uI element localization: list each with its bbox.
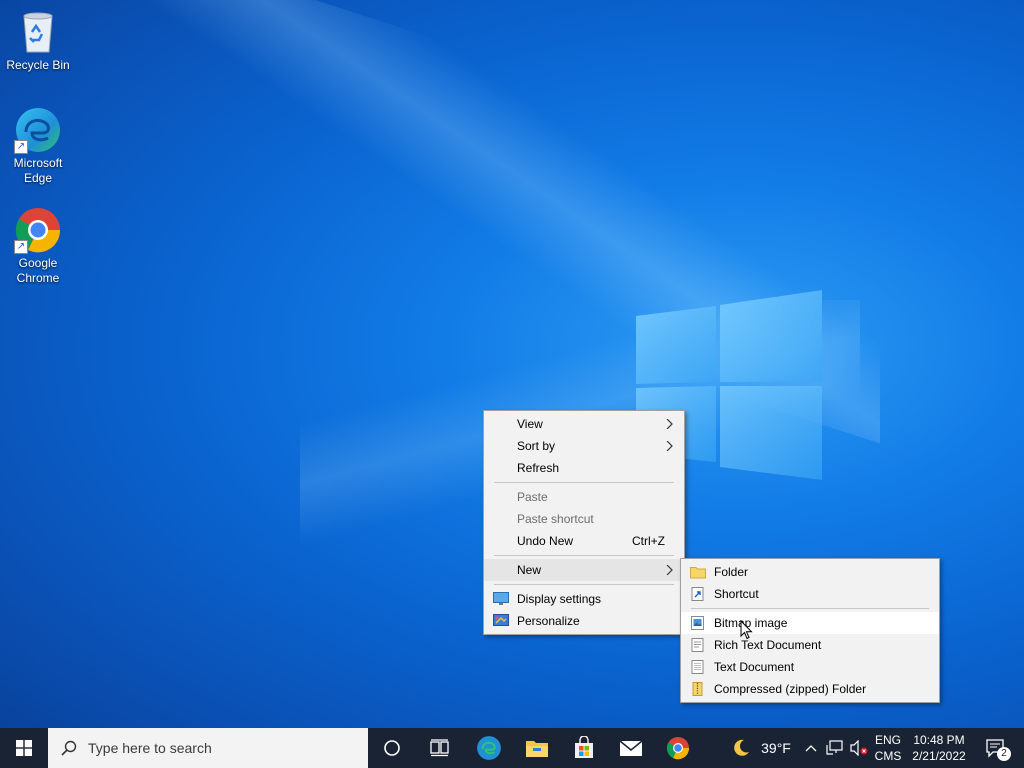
taskbar-mail[interactable] — [608, 728, 654, 768]
menu-item-refresh[interactable]: Refresh — [484, 457, 684, 479]
rich-text-document-icon — [691, 638, 704, 652]
menu-item-label: Text Document — [714, 660, 795, 674]
taskbar-weather[interactable]: 39°F — [726, 728, 796, 768]
submenu-item-text-document[interactable]: Text Document — [681, 656, 939, 678]
search-placeholder: Type here to search — [88, 740, 212, 756]
chevron-right-icon — [666, 565, 673, 575]
cortana-button[interactable] — [370, 728, 414, 768]
weather-temperature: 39°F — [761, 740, 791, 756]
submenu-item-rich-text-document[interactable]: Rich Text Document — [681, 634, 939, 656]
menu-item-sort-by[interactable]: Sort by — [484, 435, 684, 457]
desktop-icon-label: Recycle Bin — [6, 58, 70, 72]
volume-button[interactable] — [848, 728, 870, 768]
taskbar-file-explorer[interactable] — [514, 728, 560, 768]
text-document-icon — [691, 660, 704, 674]
taskbar-search-box[interactable]: Type here to search — [48, 728, 368, 768]
taskbar-chrome[interactable] — [655, 728, 701, 768]
menu-separator — [691, 608, 929, 609]
recycle-bin-icon — [23, 12, 53, 53]
show-hidden-icons-button[interactable] — [800, 728, 822, 768]
menu-item-label: View — [517, 417, 543, 431]
display-settings-icon — [493, 592, 509, 605]
menu-item-paste[interactable]: Paste — [484, 486, 684, 508]
submenu-item-bitmap-image[interactable]: Bitmap image — [681, 612, 939, 634]
menu-item-personalize[interactable]: Personalize — [484, 610, 684, 632]
chevron-up-icon — [805, 745, 817, 752]
chrome-icon — [666, 737, 690, 760]
desktop-icon-label: Google Chrome — [16, 256, 60, 285]
folder-icon — [690, 567, 706, 579]
submenu-item-folder[interactable]: Folder — [681, 561, 939, 583]
moon-weather-icon — [734, 739, 750, 756]
windows-start-icon — [16, 740, 32, 756]
desktop-icon-label: Microsoft Edge — [13, 156, 63, 185]
task-view-button[interactable] — [418, 728, 462, 768]
menu-item-view[interactable]: View — [484, 413, 684, 435]
input-language-indicator[interactable]: ENG CMS — [872, 732, 904, 764]
desktop-context-menu: View Sort by Refresh Paste Paste shortcu… — [483, 410, 685, 635]
network-icon — [826, 740, 843, 755]
notification-count-badge: 2 — [997, 747, 1011, 761]
clock-date: 2/21/2022 — [912, 749, 966, 763]
menu-item-display-settings[interactable]: Display settings — [484, 588, 684, 610]
submenu-item-compressed-folder[interactable]: Compressed (zipped) Folder — [681, 678, 939, 700]
store-bag-icon — [575, 736, 593, 758]
file-explorer-icon — [526, 741, 548, 757]
task-view-icon — [430, 739, 449, 757]
menu-item-label: Sort by — [517, 439, 556, 453]
menu-item-label: Refresh — [517, 461, 560, 475]
chevron-right-icon — [666, 441, 673, 451]
menu-item-paste-shortcut[interactable]: Paste shortcut — [484, 508, 684, 530]
action-center-button[interactable]: 2 — [976, 728, 1016, 768]
shortcut-icon — [691, 587, 704, 601]
network-button[interactable] — [824, 728, 846, 768]
new-submenu: Folder Shortcut Bitmap image Rich Text D… — [680, 558, 940, 703]
volume-muted-icon — [850, 740, 868, 756]
clock[interactable]: 10:48 PM 2/21/2022 — [906, 732, 972, 764]
edge-icon — [477, 736, 501, 760]
submenu-item-shortcut[interactable]: Shortcut — [681, 583, 939, 605]
language-layout: CMS — [874, 749, 902, 763]
chevron-right-icon — [666, 419, 673, 429]
cortana-circle-icon — [384, 740, 400, 756]
language-code: ENG — [874, 733, 901, 747]
personalize-icon — [493, 614, 509, 626]
keyboard-shortcut: Ctrl+Z — [632, 534, 665, 548]
desktop-icon-recycle-bin[interactable]: Recycle Bin — [4, 8, 72, 73]
shortcut-arrow-icon: ↗ — [14, 140, 28, 154]
desktop-icon-microsoft-edge[interactable]: ↗ Microsoft Edge — [4, 106, 72, 186]
taskbar: Type here to search 39°F ENG CMS 10:48 P… — [0, 728, 1024, 768]
menu-item-label: Compressed (zipped) Folder — [714, 682, 867, 696]
bitmap-image-icon — [691, 616, 704, 630]
menu-separator — [494, 482, 674, 483]
search-icon — [61, 740, 77, 756]
taskbar-edge[interactable] — [466, 728, 512, 768]
start-button[interactable] — [0, 728, 48, 768]
mail-envelope-icon — [619, 740, 643, 756]
mouse-cursor-icon — [740, 620, 753, 640]
menu-item-label: Shortcut — [714, 587, 759, 601]
menu-item-label: Folder — [714, 565, 749, 579]
menu-item-label: Rich Text Document — [714, 638, 822, 652]
menu-item-label: Paste shortcut — [517, 512, 594, 526]
menu-separator — [494, 584, 674, 585]
menu-item-label: New — [517, 563, 542, 577]
menu-item-undo-new[interactable]: Undo New Ctrl+Z — [484, 530, 684, 552]
menu-item-label: Personalize — [517, 614, 580, 628]
menu-item-label: Paste — [517, 490, 548, 504]
taskbar-microsoft-store[interactable] — [561, 728, 607, 768]
menu-separator — [494, 555, 674, 556]
menu-item-label: Display settings — [517, 592, 602, 606]
menu-item-new[interactable]: New — [484, 559, 684, 581]
shortcut-arrow-icon: ↗ — [14, 240, 28, 254]
zip-folder-icon — [692, 682, 703, 696]
desktop-icon-google-chrome[interactable]: ↗ Google Chrome — [4, 206, 72, 286]
clock-time: 10:48 PM — [913, 733, 965, 747]
menu-item-label: Undo New — [517, 534, 574, 548]
